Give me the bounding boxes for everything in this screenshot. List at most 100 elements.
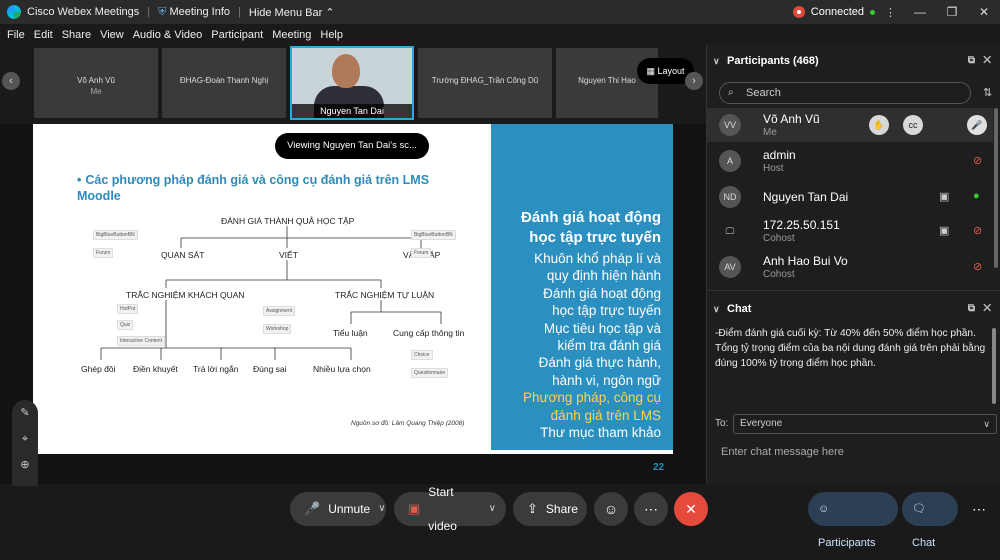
more-icon[interactable]: ⋮ <box>885 6 896 19</box>
video-tile[interactable]: Võ Anh Vũ Me <box>34 48 158 118</box>
sidebar-line-highlight: Phương pháp, công cụ đánh giá trên LMS <box>523 390 661 423</box>
unmute-button[interactable]: 🎤 Unmute ∨ <box>290 492 386 526</box>
assessment-diagram: ĐÁNH GIÁ THÀNH QUẢ HỌC TẬP QUAN SÁT VIẾT… <box>81 214 481 394</box>
slide-source: Nguồn sơ đồ: Lâm Quang Thiệp (2008) <box>351 420 465 427</box>
menu-audio-video[interactable]: Audio & Video <box>131 29 205 41</box>
diagram-root: ĐÁNH GIÁ THÀNH QUẢ HỌC TẬP <box>221 216 355 226</box>
layout-label: Layout <box>657 66 685 76</box>
chevron-down-icon: ∨ <box>378 503 386 514</box>
more-options-button[interactable]: ⋯ <box>634 492 668 526</box>
pointer-icon[interactable]: ⌖ <box>12 426 38 452</box>
moodle-tool-box: Assignment <box>263 306 296 316</box>
restore-icon[interactable]: ❐ <box>936 5 968 19</box>
mic-active-icon: ● <box>973 190 980 202</box>
participant-row[interactable]: VV Võ Anh Vũ Me ✋ cc 🎤 <box>707 108 993 142</box>
participants-toggle-label: Participants <box>818 537 876 549</box>
more-icon: ⋯ <box>972 501 986 517</box>
diagram-leaf: Nhiều lựa chọn <box>313 364 371 374</box>
close-icon: ✕ <box>685 501 697 517</box>
participants-scrollbar[interactable] <box>994 108 998 268</box>
sidebar-line: Đánh giá hoạt động <box>543 285 661 301</box>
filmstrip-prev-button[interactable]: ‹ <box>2 72 20 90</box>
close-icon[interactable]: ✕ <box>983 55 991 66</box>
sidebar-line: Mục tiêu học tập và <box>543 320 661 336</box>
video-icon: ▣ <box>939 191 950 203</box>
chat-input[interactable]: Enter chat message here <box>721 446 844 458</box>
menu-meeting[interactable]: Meeting <box>270 29 313 41</box>
menu-share[interactable]: Share <box>60 29 93 41</box>
close-icon[interactable]: ✕ <box>968 5 1000 19</box>
minimize-icon[interactable]: — <box>904 5 936 19</box>
chevron-down-icon[interactable]: ∨ <box>713 298 720 320</box>
search-icon: ⌕ <box>728 87 734 98</box>
pen-icon[interactable]: ✎ <box>12 400 38 426</box>
end-meeting-button[interactable]: ✕ <box>674 492 708 526</box>
chevron-down-icon[interactable]: ∨ <box>713 50 720 72</box>
video-tile[interactable]: Nguyen Thi Hao <box>556 48 658 118</box>
chat-scrollbar[interactable] <box>992 328 996 404</box>
filmstrip-next-button[interactable]: › <box>685 72 703 90</box>
slide-heading: • Các phương pháp đánh giá và công cụ đán… <box>77 172 457 204</box>
participant-row[interactable]: ND Nguyen Tan Dai ▣ ● <box>707 180 993 214</box>
menu-view[interactable]: View <box>98 29 126 41</box>
sidebar-line: Khuôn khổ pháp lí và <box>534 251 661 266</box>
chat-title: Chat <box>727 303 752 315</box>
slide-sidebar: Đánh giá hoạt động học tập trực tuyến Kh… <box>491 124 673 450</box>
chat-icon: 🗨 <box>912 503 926 515</box>
mic-muted-icon[interactable]: 🎤 <box>967 115 987 135</box>
side-panel: ∨ Participants (468) ⧉ ✕ ⌕ Search ⇅ VV V… <box>706 44 1000 484</box>
title-separator: | <box>238 6 241 18</box>
diagram-leaf: Ghép đôi <box>81 364 116 374</box>
moodle-tool-box: Quiz <box>117 320 134 330</box>
chevron-down-icon: ∨ <box>488 503 496 514</box>
menu-participant[interactable]: Participant <box>209 29 265 41</box>
video-tile[interactable]: ĐHAG-Đoàn Thanh Nghị <box>162 48 286 118</box>
popout-icon[interactable]: ⧉ <box>968 303 975 314</box>
meeting-info-button[interactable]: ⛨ Meeting Info <box>158 6 230 19</box>
participant-role: Host <box>763 163 784 174</box>
chat-recipient-select[interactable]: Everyone ∨ <box>733 414 997 434</box>
start-video-button[interactable]: ▣ Start video ∨ <box>394 485 506 533</box>
hide-menu-bar-button[interactable]: Hide Menu Bar ⌃ <box>249 6 335 19</box>
share-button[interactable]: ⇪ Share <box>513 492 587 526</box>
participant-role: Cohost <box>763 269 795 280</box>
active-speaker-tile[interactable]: Nguyen Tan Dai <box>290 46 414 120</box>
participant-row[interactable]: A admin Host ⊘ <box>707 144 993 178</box>
panel-tools: ⧉ ✕ <box>968 50 991 72</box>
layout-icon: ▦ <box>646 66 655 76</box>
menu-file[interactable]: File <box>5 29 27 41</box>
popout-icon[interactable]: ⧉ <box>968 55 975 66</box>
sidebar-line: Thư mục tham khảo <box>540 425 661 441</box>
title-separator: | <box>147 6 151 18</box>
connection-status: Connected <box>810 6 864 18</box>
participant-search-input[interactable]: ⌕ Search <box>719 82 971 104</box>
moodle-tool-box: Workshop <box>263 324 292 334</box>
menu-help[interactable]: Help <box>318 29 345 41</box>
reactions-button[interactable]: ☺ <box>594 492 628 526</box>
speaker-face <box>332 54 360 88</box>
moodle-tool-box: Forum <box>411 248 432 258</box>
zoom-in-icon[interactable]: ⊕ <box>12 452 38 478</box>
sort-icon[interactable]: ⇅ <box>983 86 992 99</box>
chevron-down-icon: ∨ <box>983 419 990 429</box>
participant-row[interactable]: AV Anh Hao Bui Vo Cohost ⊘ <box>707 250 993 284</box>
raise-hand-icon[interactable]: ✋ <box>869 115 889 135</box>
menu-edit[interactable]: Edit <box>32 29 55 41</box>
diagram-tieu-luan: Tiểu luận <box>333 328 368 338</box>
slide-heading-text: Các phương pháp đánh giá và công cụ đánh… <box>77 173 430 203</box>
connection-dot-icon <box>870 9 875 15</box>
participant-row[interactable]: 🖵 172.25.50.151 Cohost ▣ ⊘ <box>707 214 993 248</box>
participants-toggle-button[interactable]: ☺ Participants <box>808 492 898 549</box>
participant-name: Võ Anh Vũ <box>763 112 820 126</box>
video-filmstrip: ‹ Võ Anh Vũ Me ĐHAG-Đoàn Thanh Nghị Nguy… <box>0 44 706 122</box>
closed-caption-icon[interactable]: cc <box>903 115 923 135</box>
chat-recipient-value: Everyone <box>740 418 783 429</box>
tile-sub: Me <box>90 87 102 96</box>
chat-toggle-button[interactable]: 🗨 Chat <box>902 492 958 549</box>
more-panels-button[interactable]: ⋯ <box>962 492 996 526</box>
moodle-tool-box: Questionnaire <box>411 368 449 378</box>
share-icon: ⇪ <box>527 501 538 516</box>
close-icon[interactable]: ✕ <box>983 303 991 314</box>
video-tile[interactable]: Trường ĐHAG_Trần Công Dũ <box>418 48 552 118</box>
slide-sidebar-title: Đánh giá hoạt động học tập trực tuyến <box>521 209 661 246</box>
